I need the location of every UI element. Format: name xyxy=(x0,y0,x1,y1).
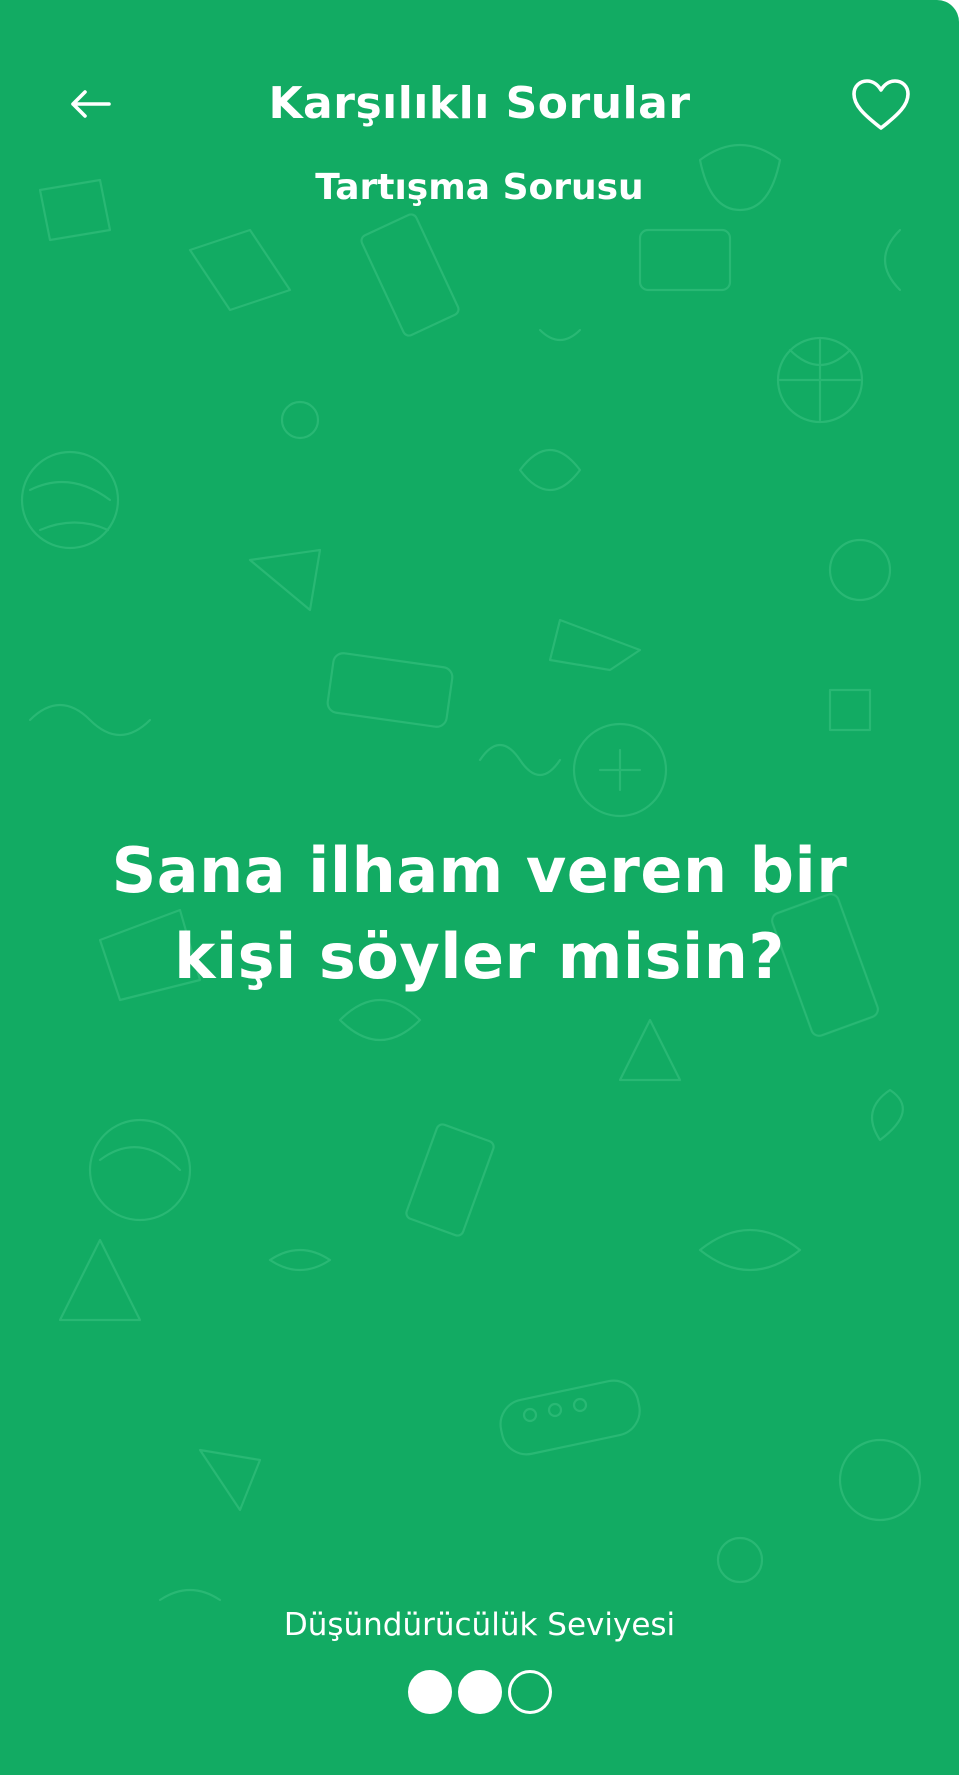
back-button[interactable] xyxy=(60,76,120,132)
question-line-2: kişi söyler misin? xyxy=(174,920,785,993)
question-line-1: Sana ilham veren bir xyxy=(111,834,848,907)
level-dot-filled xyxy=(407,1670,452,1714)
arrow-left-icon xyxy=(71,90,111,118)
page-title: Karşılıklı Sorular xyxy=(268,78,691,129)
question-card: Karşılıklı Sorular Tartışma Sorusu Sana … xyxy=(0,0,959,1775)
page-subtitle: Tartışma Sorusu xyxy=(315,167,644,208)
level-dot-filled xyxy=(457,1670,502,1714)
level-dot-empty xyxy=(507,1670,552,1714)
heart-outline-icon xyxy=(852,79,910,130)
favorite-button[interactable] xyxy=(846,74,916,136)
level-label: Düşündürücülük Seviyesi xyxy=(283,1607,676,1643)
question-text: Sana ilham veren bir kişi söyler misin? xyxy=(60,828,899,1000)
level-indicator xyxy=(0,1670,959,1714)
